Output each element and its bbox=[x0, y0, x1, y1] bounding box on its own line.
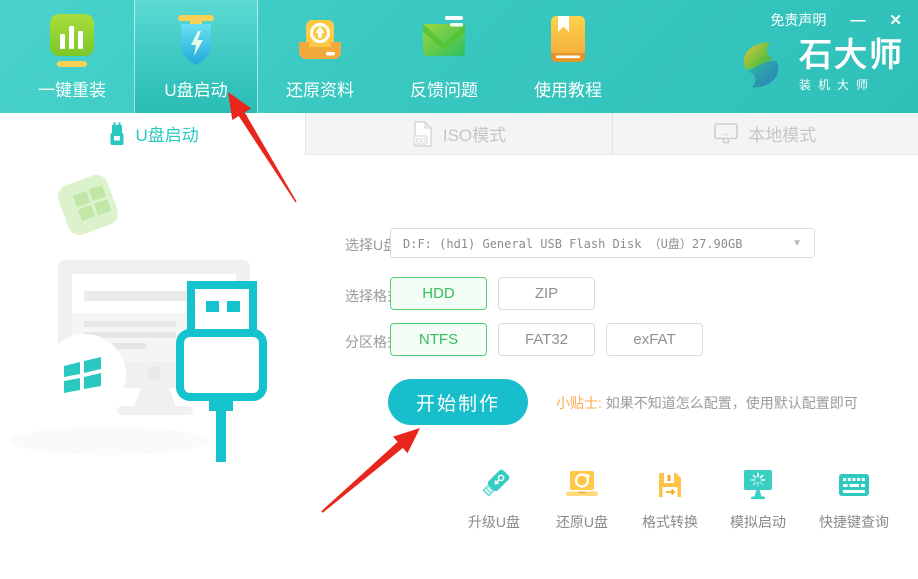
toolbar-item-label: 使用教程 bbox=[534, 76, 602, 101]
usb-drive-icon bbox=[107, 122, 127, 146]
toolbar-item-tutorial[interactable]: 使用教程 bbox=[506, 0, 630, 113]
toolbar-item-label: U盘启动 bbox=[164, 76, 227, 101]
usb-restore-icon bbox=[562, 465, 602, 505]
toolbar-item-feedback[interactable]: 反馈问题 bbox=[382, 0, 506, 113]
svg-text:ISO: ISO bbox=[415, 138, 426, 144]
format-convert-icon bbox=[650, 465, 690, 505]
window-controls: 免责声明 — ✕ bbox=[770, 10, 902, 30]
main-toolbar: 一键重装 U盘启动 bbox=[10, 0, 630, 113]
start-make-button[interactable]: 开始制作 bbox=[388, 379, 528, 425]
tab-label: U盘启动 bbox=[136, 121, 199, 146]
usb-computer-illustration bbox=[0, 155, 340, 475]
main-content: 选择U盘: D:F: (hd1) General USB Flash Disk … bbox=[0, 155, 918, 579]
usb-shield-icon bbox=[169, 12, 223, 70]
utility-label: 还原U盘 bbox=[556, 512, 608, 532]
tip-body: 如果不知道怎么配置，使用默认配置即可 bbox=[606, 395, 858, 411]
caret-down-icon: ▼ bbox=[792, 238, 802, 249]
toolbar-item-label: 一键重装 bbox=[38, 76, 106, 101]
brand-name: 石大师 bbox=[799, 38, 904, 73]
toolbar-item-usb-boot[interactable]: U盘启动 bbox=[134, 0, 258, 113]
brand-swirl-icon bbox=[733, 38, 789, 92]
tab-label: ISO模式 bbox=[443, 121, 506, 146]
brand-subtitle: 装机大师 bbox=[799, 76, 904, 93]
tab-local-mode[interactable]: 本地模式 bbox=[612, 113, 918, 155]
restore-data-icon bbox=[293, 12, 347, 70]
hotkey-query-icon bbox=[834, 465, 874, 505]
simulate-boot-icon bbox=[738, 465, 778, 505]
toolbar-item-label: 反馈问题 bbox=[410, 76, 478, 101]
utility-label: 快捷键查询 bbox=[819, 512, 889, 532]
tab-iso-mode[interactable]: ISO ISO模式 bbox=[305, 113, 611, 155]
usb-select-dropdown[interactable]: D:F: (hd1) General USB Flash Disk （U盘）27… bbox=[390, 228, 815, 258]
partition-option-ntfs[interactable]: NTFS bbox=[390, 323, 487, 356]
utilities-row: 升级U盘 还原U盘 bbox=[450, 465, 906, 532]
tab-usb-boot[interactable]: U盘启动 bbox=[0, 113, 305, 155]
utility-hotkey-query[interactable]: 快捷键查询 bbox=[802, 465, 906, 532]
disclaimer-link[interactable]: 免责声明 bbox=[770, 10, 826, 30]
utility-upgrade-usb[interactable]: 升级U盘 bbox=[450, 465, 538, 532]
utility-restore-usb[interactable]: 还原U盘 bbox=[538, 465, 626, 532]
partition-options: NTFS FAT32 exFAT bbox=[390, 323, 703, 356]
partition-option-fat32[interactable]: FAT32 bbox=[498, 323, 595, 356]
utility-label: 升级U盘 bbox=[468, 512, 520, 532]
format-option-hdd[interactable]: HDD bbox=[390, 277, 487, 310]
format-options: HDD ZIP bbox=[390, 277, 595, 310]
feedback-mail-icon bbox=[417, 12, 471, 70]
toolbar-item-onekey-reinstall[interactable]: 一键重装 bbox=[10, 0, 134, 113]
toolbar-item-restore-data[interactable]: 还原资料 bbox=[258, 0, 382, 113]
format-option-zip[interactable]: ZIP bbox=[498, 277, 595, 310]
usb-upgrade-icon bbox=[474, 465, 514, 505]
utility-format-convert[interactable]: 格式转换 bbox=[626, 465, 714, 532]
iso-file-icon: ISO bbox=[412, 121, 434, 147]
utility-simulate-boot[interactable]: 模拟启动 bbox=[714, 465, 802, 532]
bar-chart-icon bbox=[45, 12, 99, 70]
usb-select-value: D:F: (hd1) General USB Flash Disk （U盘）27… bbox=[403, 235, 784, 252]
utility-label: 模拟启动 bbox=[730, 512, 786, 532]
toolbar-item-label: 还原资料 bbox=[286, 76, 354, 101]
tip-text: 小贴士: 如果不知道怎么配置，使用默认配置即可 bbox=[556, 393, 858, 413]
tab-label: 本地模式 bbox=[748, 121, 816, 146]
minimize-button[interactable]: — bbox=[850, 13, 865, 28]
utility-label: 格式转换 bbox=[642, 512, 698, 532]
header: 一键重装 U盘启动 bbox=[0, 0, 918, 113]
monitor-icon bbox=[714, 123, 739, 144]
close-button[interactable]: ✕ bbox=[889, 13, 902, 28]
tip-prefix: 小贴士: bbox=[556, 395, 602, 411]
brand-logo: 石大师 装机大师 bbox=[733, 38, 904, 93]
tutorial-book-icon bbox=[541, 12, 595, 70]
partition-option-exfat[interactable]: exFAT bbox=[606, 323, 703, 356]
mode-tabbar: U盘启动 ISO ISO模式 本地模式 bbox=[0, 113, 918, 155]
app-window: 一键重装 U盘启动 bbox=[0, 0, 918, 579]
